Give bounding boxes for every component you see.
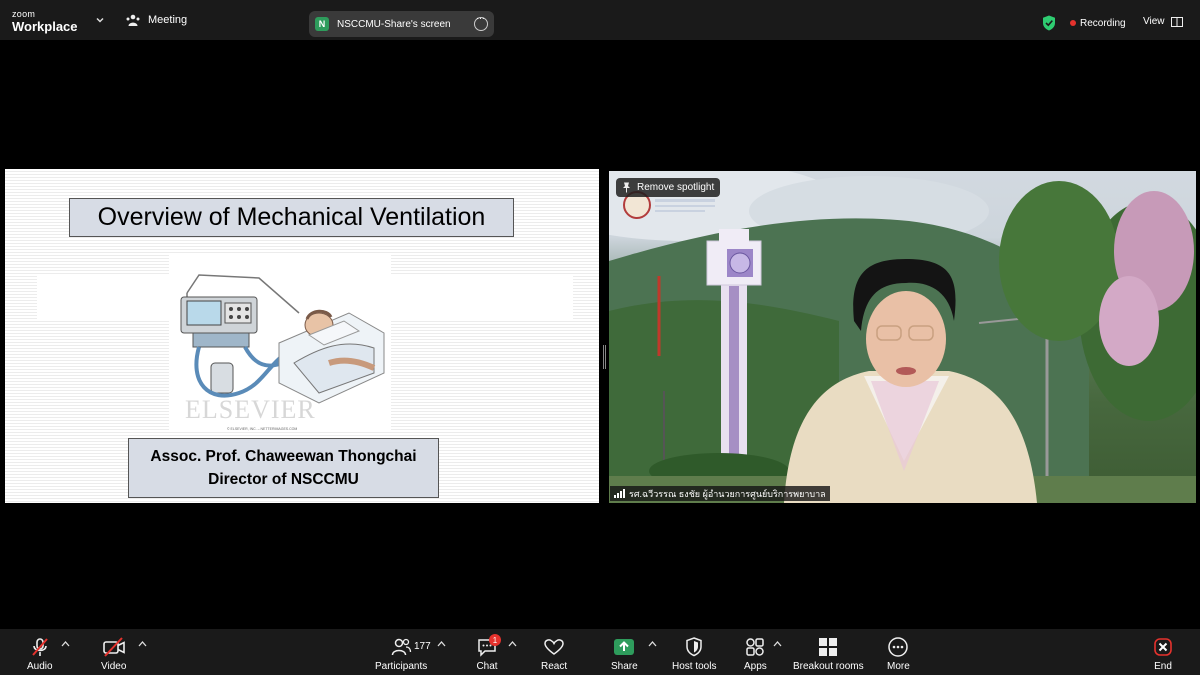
sharer-initial-avatar: N: [315, 17, 329, 31]
recording-label[interactable]: Recording: [1080, 18, 1126, 29]
logo-line1: zoom: [12, 9, 36, 19]
presenter-name: Assoc. Prof. Chaweewan Thongchai: [150, 448, 417, 465]
breakout-rooms-button[interactable]: Breakout rooms: [793, 636, 864, 672]
logo-line2: Workplace: [12, 19, 78, 34]
spotlight-video: Remove spotlight รศ.ฉวีวรรณ ธงชัย ผู้อำน…: [609, 171, 1196, 503]
apps-icon: [746, 638, 765, 656]
host-tools-button[interactable]: Host tools: [672, 636, 716, 672]
view-label: View: [1143, 16, 1165, 27]
chat-button[interactable]: 1 Chat: [476, 634, 501, 672]
share-screen-icon: [614, 639, 635, 655]
audio-options-caret-icon[interactable]: [61, 641, 70, 647]
meeting-label: Meeting: [148, 14, 188, 26]
more-icon: [888, 637, 909, 657]
participants-icon: [391, 638, 412, 656]
meeting-toolbar: Audio Video Participants 177 1 Chat Reac…: [0, 629, 1200, 675]
share-label: Share: [611, 661, 638, 672]
chevron-down-icon[interactable]: [94, 14, 106, 26]
view-button[interactable]: View: [1143, 16, 1183, 27]
security-shield-icon[interactable]: [1042, 15, 1056, 31]
end-call-icon: [1154, 638, 1172, 656]
video-button[interactable]: Video: [101, 636, 126, 672]
audio-button[interactable]: Audio: [27, 636, 53, 672]
apps-label: Apps: [744, 661, 767, 672]
shared-screen-slide: Overview of Mechanical Ventilation ELSEV…: [5, 169, 599, 503]
recording-status: Recording: [1042, 12, 1126, 34]
heart-icon: [544, 639, 564, 655]
muted-microphone-icon: [32, 638, 48, 656]
end-meeting-button[interactable]: End: [1152, 636, 1174, 672]
remove-spotlight-label: Remove spotlight: [637, 182, 715, 193]
react-label: React: [541, 661, 568, 672]
split-view-drag-handle[interactable]: [603, 345, 606, 369]
pin-icon: [623, 182, 630, 193]
video-options-caret-icon[interactable]: [138, 641, 147, 647]
host-tools-label: Host tools: [672, 661, 717, 672]
share-screen-label: NSCCMU-Share's screen: [337, 18, 451, 30]
participants-count: 177: [414, 641, 431, 652]
breakout-rooms-icon: [819, 638, 838, 656]
share-button[interactable]: Share: [611, 636, 638, 672]
zoom-logo: zoom Workplace: [12, 9, 78, 34]
recording-dot-icon: [1070, 20, 1076, 26]
presenter-info-box: Assoc. Prof. Chaweewan Thongchai Directo…: [128, 438, 439, 498]
chat-unread-badge: 1: [489, 634, 501, 646]
participants-label: Participants: [375, 661, 428, 672]
apps-options-caret-icon[interactable]: [773, 641, 782, 647]
chat-label: Chat: [476, 661, 498, 672]
participant-name-tag: รศ.ฉวีวรรณ ธงชัย ผู้อำนวยการศูนย์บริการพ…: [610, 486, 830, 501]
video-label: Video: [101, 661, 127, 672]
top-bar: zoom Workplace Meeting N NSCCMU-Share's …: [0, 0, 1200, 40]
chat-options-caret-icon[interactable]: [508, 641, 517, 647]
signal-strength-icon: [614, 489, 625, 498]
breakout-rooms-label: Breakout rooms: [793, 661, 864, 672]
participant-name: รศ.ฉวีวรรณ ธงชัย ผู้อำนวยการศูนย์บริการพ…: [629, 488, 826, 499]
host-shield-icon: [686, 637, 702, 657]
remove-spotlight-button[interactable]: Remove spotlight: [616, 178, 721, 197]
more-button[interactable]: More: [887, 636, 910, 672]
audio-label: Audio: [27, 661, 53, 672]
slide-title: Overview of Mechanical Ventilation: [69, 198, 514, 237]
more-label: More: [887, 661, 910, 672]
react-button[interactable]: React: [541, 636, 567, 672]
share-options-caret-icon[interactable]: [648, 641, 657, 647]
apps-button[interactable]: Apps: [744, 636, 767, 672]
elsevier-watermark: ELSEVIER: [185, 395, 316, 424]
more-options-icon[interactable]: [474, 13, 488, 31]
share-screen-pill[interactable]: N NSCCMU-Share's screen: [309, 11, 494, 37]
meeting-button[interactable]: Meeting: [126, 14, 187, 26]
participants-options-caret-icon[interactable]: [437, 641, 446, 647]
image-copyright: © ELSEVIER, INC. – NETTERIMAGES.COM: [227, 427, 298, 431]
grid-view-icon: [1170, 16, 1183, 27]
video-scene: [609, 171, 1196, 503]
end-label: End: [1154, 661, 1172, 672]
meeting-icon: [126, 14, 140, 26]
video-off-icon: [102, 637, 125, 657]
presenter-role: Director of NSCCMU: [208, 471, 359, 488]
